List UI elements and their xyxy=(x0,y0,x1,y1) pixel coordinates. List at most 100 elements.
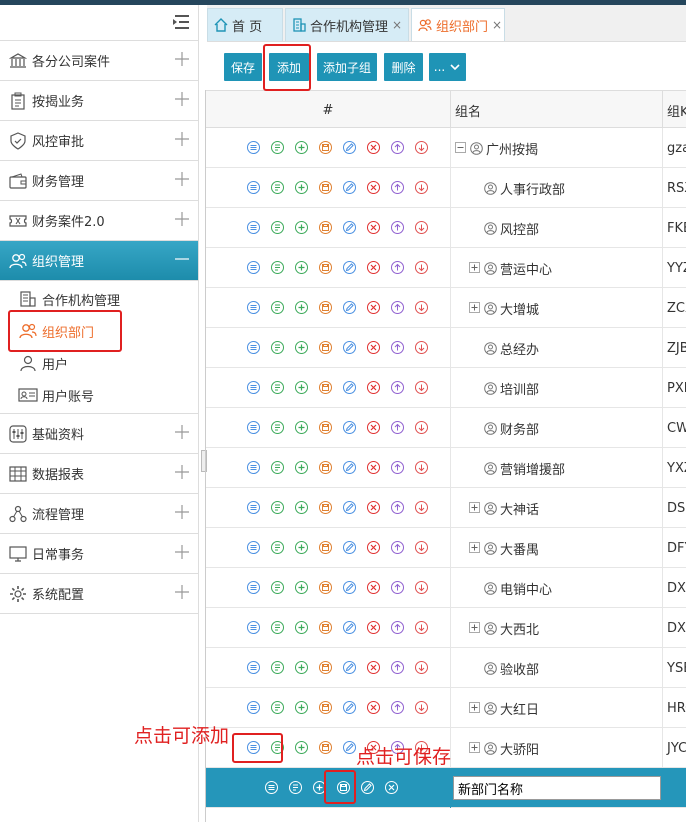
sidebar-subitem[interactable]: 用户账号 xyxy=(0,379,198,411)
add-icon[interactable] xyxy=(294,180,309,195)
sidebar-item[interactable]: 数据报表 xyxy=(0,454,198,494)
expand-icon[interactable] xyxy=(174,91,190,107)
cancel-icon[interactable] xyxy=(366,180,381,195)
add-icon[interactable] xyxy=(294,660,309,675)
expand-icon[interactable] xyxy=(469,741,482,755)
save-icon[interactable] xyxy=(318,260,333,275)
download-icon[interactable] xyxy=(414,700,429,715)
collapse-icon[interactable] xyxy=(174,251,190,267)
edit-list-icon[interactable] xyxy=(270,220,285,235)
save-icon[interactable] xyxy=(318,420,333,435)
upload-icon[interactable] xyxy=(390,380,405,395)
cancel-icon[interactable] xyxy=(366,540,381,555)
upload-icon[interactable] xyxy=(390,420,405,435)
save-icon[interactable] xyxy=(318,540,333,555)
save-icon[interactable] xyxy=(318,620,333,635)
table-row[interactable]: 财务部 CW xyxy=(206,408,686,448)
download-icon[interactable] xyxy=(414,500,429,515)
sidebar-item[interactable]: 系统配置 xyxy=(0,574,198,614)
detail-icon[interactable] xyxy=(246,460,261,475)
download-icon[interactable] xyxy=(414,220,429,235)
edit-list-icon[interactable] xyxy=(270,700,285,715)
expand-icon[interactable] xyxy=(469,501,482,515)
save-icon[interactable] xyxy=(318,220,333,235)
expand-icon[interactable] xyxy=(469,621,482,635)
expand-icon[interactable] xyxy=(174,584,190,600)
add-icon[interactable] xyxy=(294,580,309,595)
table-row[interactable]: 营运中心 YYZ xyxy=(206,248,686,288)
edit-list-icon[interactable] xyxy=(270,460,285,475)
table-row[interactable]: 培训部 PXB xyxy=(206,368,686,408)
download-icon[interactable] xyxy=(414,620,429,635)
add-icon[interactable] xyxy=(294,740,309,755)
expand-icon[interactable] xyxy=(174,544,190,560)
upload-icon[interactable] xyxy=(390,180,405,195)
expand-icon[interactable] xyxy=(174,131,190,147)
add-icon[interactable] xyxy=(294,420,309,435)
expand-icon[interactable] xyxy=(469,261,482,275)
edit-list-icon[interactable] xyxy=(270,260,285,275)
table-row[interactable]: 总经办 ZJB xyxy=(206,328,686,368)
expand-icon[interactable] xyxy=(174,211,190,227)
add-icon[interactable] xyxy=(294,540,309,555)
edit-icon[interactable] xyxy=(342,580,357,595)
download-icon[interactable] xyxy=(414,300,429,315)
table-row[interactable]: 大红日 HRC xyxy=(206,688,686,728)
edit-list-icon[interactable] xyxy=(270,540,285,555)
edit-list-icon[interactable] xyxy=(270,620,285,635)
edit-icon[interactable] xyxy=(342,540,357,555)
cancel-icon[interactable] xyxy=(366,220,381,235)
expand-icon[interactable] xyxy=(469,701,482,715)
edit-list-icon[interactable] xyxy=(270,340,285,355)
detail-icon[interactable] xyxy=(246,260,261,275)
tab-partner-org[interactable]: 合作机构管理 × xyxy=(285,8,409,41)
upload-icon[interactable] xyxy=(390,580,405,595)
tab-home[interactable]: 首 页 xyxy=(207,8,283,41)
download-icon[interactable] xyxy=(414,660,429,675)
cancel-icon[interactable] xyxy=(366,420,381,435)
detail-icon[interactable] xyxy=(246,700,261,715)
save-icon[interactable] xyxy=(318,300,333,315)
download-icon[interactable] xyxy=(414,540,429,555)
cancel-icon[interactable] xyxy=(366,460,381,475)
cancel-icon[interactable] xyxy=(366,300,381,315)
save-button[interactable]: 保存 xyxy=(224,53,262,81)
collapse-icon[interactable] xyxy=(455,141,468,155)
cancel-icon[interactable] xyxy=(366,340,381,355)
edit-icon[interactable] xyxy=(342,340,357,355)
edit-list-icon[interactable] xyxy=(270,300,285,315)
download-icon[interactable] xyxy=(414,420,429,435)
sidebar-item[interactable]: 基础资料 xyxy=(0,414,198,454)
add-icon[interactable] xyxy=(294,340,309,355)
edit-list-icon[interactable] xyxy=(270,420,285,435)
edit-icon[interactable] xyxy=(342,460,357,475)
download-icon[interactable] xyxy=(414,580,429,595)
detail-icon[interactable] xyxy=(264,780,279,795)
edit-icon[interactable] xyxy=(342,500,357,515)
download-icon[interactable] xyxy=(414,460,429,475)
cancel-icon[interactable] xyxy=(366,580,381,595)
sidebar-item[interactable]: 按揭业务 xyxy=(0,81,198,121)
save-icon[interactable] xyxy=(318,660,333,675)
table-row[interactable]: 大神话 DSH xyxy=(206,488,686,528)
table-row[interactable]: 广州按揭 gza xyxy=(206,128,686,168)
table-row[interactable]: 风控部 FKB xyxy=(206,208,686,248)
detail-icon[interactable] xyxy=(246,340,261,355)
expand-icon[interactable] xyxy=(174,464,190,480)
edit-icon[interactable] xyxy=(342,220,357,235)
add-icon[interactable] xyxy=(294,700,309,715)
save-icon[interactable] xyxy=(318,340,333,355)
sidebar-item[interactable]: 财务管理 xyxy=(0,161,198,201)
cancel-icon[interactable] xyxy=(384,780,399,795)
group-name-input[interactable] xyxy=(453,776,661,800)
add-icon[interactable] xyxy=(294,220,309,235)
upload-icon[interactable] xyxy=(390,300,405,315)
download-icon[interactable] xyxy=(414,140,429,155)
edit-list-icon[interactable] xyxy=(270,580,285,595)
edit-icon[interactable] xyxy=(342,180,357,195)
download-icon[interactable] xyxy=(414,260,429,275)
upload-icon[interactable] xyxy=(390,260,405,275)
expand-icon[interactable] xyxy=(174,51,190,67)
add-child-group-button[interactable]: 添加子组 xyxy=(317,53,377,81)
add-icon[interactable] xyxy=(294,500,309,515)
